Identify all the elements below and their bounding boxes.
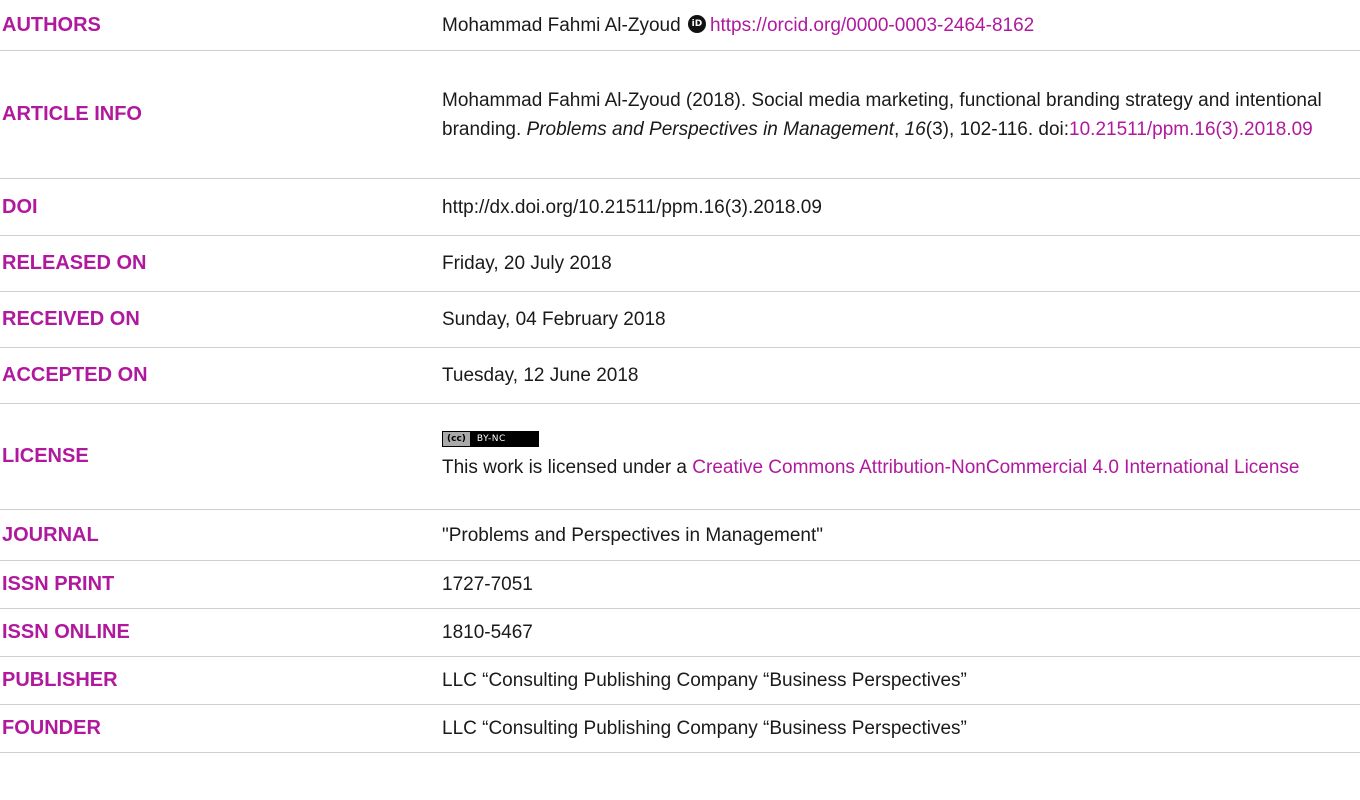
released-on-label: RELEASED ON [2, 252, 147, 274]
issn-online-value: 1810-5467 [442, 622, 533, 643]
publisher-value: LLC “Consulting Publishing Company “Busi… [442, 670, 967, 691]
citation-volume: 16 [904, 118, 926, 140]
journal-row: JOURNAL "Problems and Perspectives in Ma… [0, 510, 1360, 561]
license-sentence: This work is licensed under a Creative C… [442, 453, 1300, 482]
journal-label: JOURNAL [2, 523, 99, 546]
authors-row: AUTHORS Mohammad Fahmi Al-Zyoud iD https:… [0, 0, 1360, 51]
license-value: (cc) BY-NC This work is licensed under a… [442, 431, 1360, 482]
publisher-row: PUBLISHER LLC “Consulting Publishing Com… [0, 657, 1360, 705]
issn-online-row: ISSN ONLINE 1810-5467 [0, 609, 1360, 657]
cc-by-nc-badge[interactable]: (cc) BY-NC [442, 431, 539, 447]
founder-row: FOUNDER LLC “Consulting Publishing Compa… [0, 705, 1360, 753]
article-info-value: Mohammad Fahmi Al-Zyoud (2018). Social m… [442, 86, 1360, 144]
authors-label: AUTHORS [2, 13, 101, 36]
citation-journal: Problems and Perspectives in Management [526, 118, 895, 140]
founder-label: FOUNDER [2, 717, 101, 739]
released-on-value: Friday, 20 July 2018 [442, 253, 612, 274]
accepted-on-label: ACCEPTED ON [2, 364, 148, 386]
citation-text-2: , [894, 118, 905, 140]
orcid-link[interactable]: https://orcid.org/0000-0003-2464-8162 [710, 15, 1034, 36]
received-on-label: RECEIVED ON [2, 308, 140, 330]
license-row: LICENSE (cc) BY-NC This work is licensed… [0, 404, 1360, 510]
cc-badge-left: (cc) [443, 432, 471, 446]
journal-value: "Problems and Perspectives in Management… [442, 524, 824, 546]
article-metadata-table: AUTHORS Mohammad Fahmi Al-Zyoud iD https:… [0, 0, 1360, 753]
received-on-row: RECEIVED ON Sunday, 04 February 2018 [0, 292, 1360, 348]
released-on-row: RELEASED ON Friday, 20 July 2018 [0, 236, 1360, 292]
issn-print-label: ISSN PRINT [2, 573, 115, 595]
accepted-on-row: ACCEPTED ON Tuesday, 12 June 2018 [0, 348, 1360, 404]
citation-doi-link[interactable]: 10.21511/ppm.16(3).2018.09 [1069, 119, 1313, 140]
doi-value: http://dx.doi.org/10.21511/ppm.16(3).201… [442, 196, 822, 218]
accepted-on-value: Tuesday, 12 June 2018 [442, 365, 639, 386]
cc-badge-right: BY-NC [470, 432, 538, 446]
license-text: This work is licensed under a [442, 457, 693, 478]
issn-print-value: 1727-7051 [442, 574, 533, 595]
orcid-icon[interactable]: iD [687, 14, 706, 33]
received-on-value: Sunday, 04 February 2018 [442, 309, 666, 330]
article-info-row: ARTICLE INFO Mohammad Fahmi Al-Zyoud (20… [0, 51, 1360, 179]
doi-label: DOI [2, 195, 38, 218]
orcid-icon-text: iD [691, 18, 703, 29]
author-name: Mohammad Fahmi Al-Zyoud [442, 14, 681, 36]
founder-value: LLC “Consulting Publishing Company “Busi… [442, 718, 967, 739]
license-link[interactable]: Creative Commons Attribution-NonCommerci… [692, 457, 1299, 478]
license-label: LICENSE [2, 445, 89, 467]
citation-text-3: (3), 102-116. doi: [925, 118, 1070, 140]
issn-print-row: ISSN PRINT 1727-7051 [0, 561, 1360, 609]
doi-row: DOI http://dx.doi.org/10.21511/ppm.16(3)… [0, 179, 1360, 236]
authors-value: Mohammad Fahmi Al-Zyoud iD https://orcid.… [442, 11, 1360, 40]
issn-online-label: ISSN ONLINE [2, 621, 130, 643]
publisher-label: PUBLISHER [2, 669, 118, 691]
article-info-label: ARTICLE INFO [2, 103, 142, 125]
